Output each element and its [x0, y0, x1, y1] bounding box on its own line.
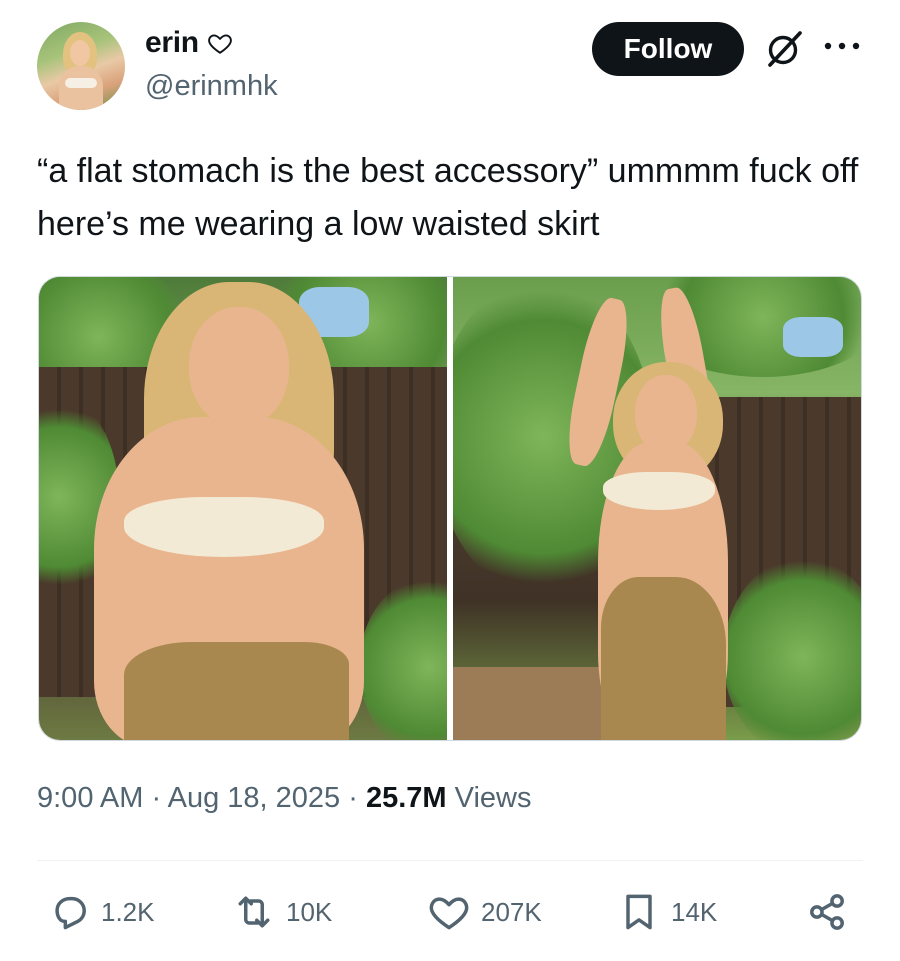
reply-button[interactable]: 1.2K: [47, 890, 155, 934]
photo-1[interactable]: [39, 277, 447, 740]
repost-count: 10K: [286, 896, 333, 927]
display-name[interactable]: erin: [145, 26, 199, 60]
like-count: 207K: [481, 896, 542, 927]
tweet-time[interactable]: 9:00 AM: [37, 782, 143, 814]
meta-separator: ·: [151, 782, 162, 814]
bookmark-icon: [626, 894, 652, 930]
tweet-text: “a flat stomach is the best accessory” u…: [37, 152, 859, 243]
more-options-icon[interactable]: [822, 36, 862, 56]
avatar[interactable]: [37, 22, 125, 110]
reply-icon: [55, 896, 86, 930]
heart-outline-icon: [207, 34, 232, 54]
author-name-row[interactable]: erin: [145, 26, 233, 60]
media-grid: [38, 276, 862, 741]
like-heart-icon: [429, 897, 469, 930]
bookmark-count: 14K: [671, 896, 718, 927]
like-button[interactable]: 207K: [427, 890, 542, 934]
action-bar: 1.2K 10K 207K 14K: [37, 890, 863, 940]
views-count: 25.7M: [365, 782, 447, 814]
share-button[interactable]: [805, 890, 849, 934]
follow-button[interactable]: Follow: [592, 22, 744, 76]
repost-icon: [238, 896, 270, 928]
divider: [37, 860, 863, 861]
photo-2[interactable]: [453, 277, 861, 740]
grok-icon[interactable]: [762, 27, 806, 71]
author-handle[interactable]: @erinmhk: [145, 70, 278, 103]
tweet-date[interactable]: Aug 18, 2025: [168, 782, 341, 814]
meta-separator: ·: [348, 782, 358, 814]
bookmark-button[interactable]: 14K: [617, 890, 717, 934]
reply-count: 1.2K: [101, 896, 155, 927]
views-label: Views: [454, 782, 532, 814]
tweet-meta: 9:00 AM · Aug 18, 2025 · 25.7M Views: [37, 782, 531, 815]
repost-button[interactable]: 10K: [232, 890, 332, 934]
share-icon: [810, 894, 844, 930]
